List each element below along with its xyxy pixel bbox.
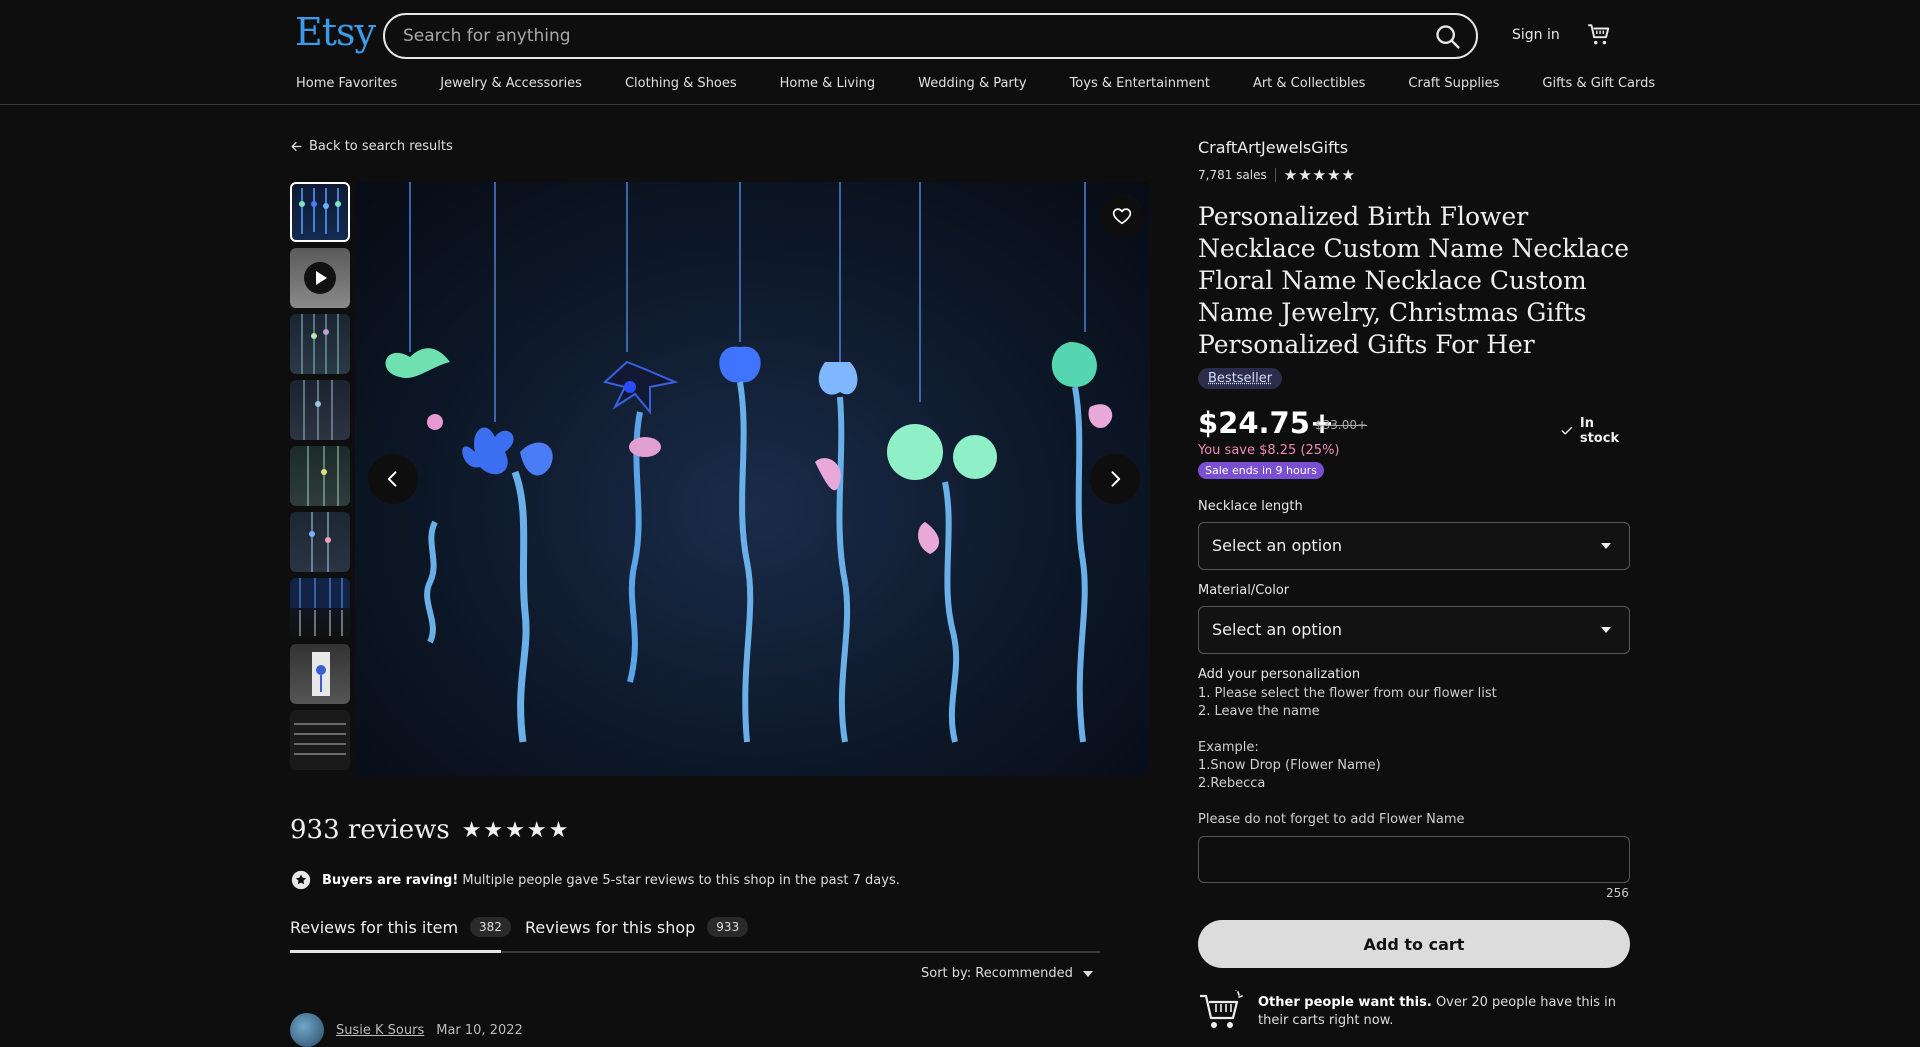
sale-ends-badge: Sale ends in 9 hours (1198, 462, 1324, 479)
cart-icon[interactable] (1586, 22, 1612, 48)
necklace-length-label: Necklace length (1198, 499, 1303, 514)
favorite-button[interactable] (1100, 194, 1144, 238)
thumbnail-5[interactable] (290, 446, 350, 506)
category-nav: Home Favorites Jewelry & Accessories Clo… (296, 76, 1655, 91)
personalization-instruction-1: 1. Please select the flower from our flo… (1198, 686, 1497, 701)
demand-notice: Other people want this. Over 20 people h… (1258, 994, 1628, 1030)
category-wedding[interactable]: Wedding & Party (918, 76, 1026, 91)
reviews-count-title: 933 reviews (290, 815, 450, 845)
chevron-right-icon (1111, 471, 1121, 487)
check-icon (1561, 426, 1573, 435)
caret-down-icon (1601, 543, 1611, 549)
star-badge-icon (291, 870, 311, 890)
caret-down-icon (1082, 970, 1093, 977)
thumbnail-1[interactable] (290, 182, 350, 242)
thumbnail-4[interactable] (290, 380, 350, 440)
price: $24.75+ (1198, 406, 1335, 440)
sign-in-link[interactable]: Sign in (1512, 27, 1560, 43)
tab-reviews-item-label: Reviews for this item (290, 917, 459, 937)
stock-label: In stock (1579, 416, 1620, 446)
thumbnail-6[interactable] (290, 512, 350, 572)
example-1: 1.Snow Drop (Flower Name) (1198, 758, 1381, 773)
savings-text: You save $8.25 (25%) (1198, 443, 1340, 458)
thumbnail-9[interactable] (290, 710, 350, 770)
demand-bold: Other people want this. (1258, 995, 1432, 1010)
next-image-button[interactable] (1090, 454, 1140, 504)
raving-text: Multiple people gave 5-star reviews to t… (458, 872, 900, 888)
category-toys[interactable]: Toys & Entertainment (1070, 76, 1210, 91)
search-input[interactable] (403, 24, 1383, 48)
back-to-results-link[interactable]: Back to search results (290, 139, 453, 154)
avatar[interactable] (290, 1013, 324, 1047)
original-price: $33.00+ (1315, 418, 1368, 432)
listing-title: Personalized Birth Flower Necklace Custo… (1198, 202, 1630, 359)
shop-rating-stars[interactable]: ★★★★★ (1284, 166, 1356, 184)
tab-reviews-shop[interactable]: Reviews for this shop 933 (525, 917, 749, 937)
divider (1274, 168, 1276, 182)
bestseller-badge[interactable]: Bestseller (1198, 368, 1283, 389)
play-icon (304, 262, 336, 294)
thumbnail-8[interactable] (290, 644, 350, 704)
tab-reviews-shop-count: 933 (707, 917, 749, 937)
sort-label: Sort by: Recommended (921, 966, 1073, 981)
heart-icon (1112, 208, 1132, 225)
category-jewelry[interactable]: Jewelry & Accessories (440, 76, 582, 91)
reviews-tabs: Reviews for this item 382 Reviews for th… (290, 913, 1100, 953)
personalization-label: Add your personalization (1198, 667, 1361, 682)
review-author-row: Susie K Sours Mar 10, 2022 (290, 1013, 523, 1047)
category-art[interactable]: Art & Collectibles (1253, 76, 1365, 91)
etsy-logo[interactable]: Etsy (295, 10, 376, 54)
cart-demand-icon (1200, 990, 1243, 1028)
stock-status: In stock (1560, 416, 1630, 446)
prev-image-button[interactable] (368, 454, 418, 504)
thumbnail-7[interactable] (290, 578, 350, 638)
reviewer-name[interactable]: Susie K Sours (336, 1023, 424, 1038)
character-count: 256 (1606, 886, 1629, 900)
thumbnail-video[interactable] (290, 248, 350, 308)
shop-name-link[interactable]: CraftArtJewelsGifts (1198, 138, 1348, 157)
necklace-length-value: Select an option (1212, 536, 1343, 555)
category-craft[interactable]: Craft Supplies (1408, 76, 1499, 91)
tab-reviews-item-count: 382 (470, 917, 511, 937)
thumbnail-strip (290, 182, 350, 776)
review-date: Mar 10, 2022 (436, 1022, 523, 1038)
necklace-length-select[interactable]: Select an option (1198, 522, 1630, 570)
chevron-left-icon (387, 471, 397, 487)
tab-reviews-item[interactable]: Reviews for this item 382 (290, 917, 511, 937)
buyers-raving-notice: Buyers are raving! Multiple people gave … (290, 869, 900, 891)
category-gifts[interactable]: Gifts & Gift Cards (1542, 76, 1655, 91)
material-value: Select an option (1212, 620, 1343, 639)
material-select[interactable]: Select an option (1198, 606, 1630, 654)
thumbnail-3[interactable] (290, 314, 350, 374)
example-label: Example: (1198, 740, 1259, 755)
sort-dropdown[interactable]: Sort by: Recommended (921, 966, 1093, 981)
sales-count: 7,781 sales (1198, 168, 1267, 182)
reviews-heading: 933 reviews ★★★★★ (290, 815, 570, 845)
active-tab-underline (290, 950, 501, 953)
example-2: 2.Rebecca (1198, 776, 1266, 791)
raving-bold: Buyers are raving! (322, 872, 459, 888)
caret-down-icon (1601, 627, 1611, 633)
flower-name-reminder: Please do not forget to add Flower Name (1198, 812, 1465, 827)
add-to-cart-button[interactable]: Add to cart (1198, 920, 1630, 968)
category-home-favorites[interactable]: Home Favorites (296, 76, 397, 91)
search-icon[interactable] (1434, 23, 1462, 51)
necklace-illustration (385, 182, 1113, 743)
back-link-label: Back to search results (309, 139, 453, 154)
main-product-image[interactable] (355, 182, 1150, 776)
search-bar[interactable] (383, 13, 1478, 59)
shop-sales-row: 7,781 sales ★★★★★ (1198, 166, 1356, 184)
reviews-stars: ★★★★★ (461, 817, 571, 843)
personalization-instruction-2: 2. Leave the name (1198, 704, 1320, 719)
tab-reviews-shop-label: Reviews for this shop (525, 917, 696, 937)
category-clothing[interactable]: Clothing & Shoes (625, 76, 737, 91)
arrow-left-icon (291, 142, 302, 151)
site-header: Etsy Sign in Home Favorites Jewelry & Ac… (0, 0, 1920, 105)
material-label: Material/Color (1198, 583, 1290, 598)
category-home-living[interactable]: Home & Living (780, 76, 875, 91)
personalization-textarea[interactable] (1198, 836, 1630, 883)
